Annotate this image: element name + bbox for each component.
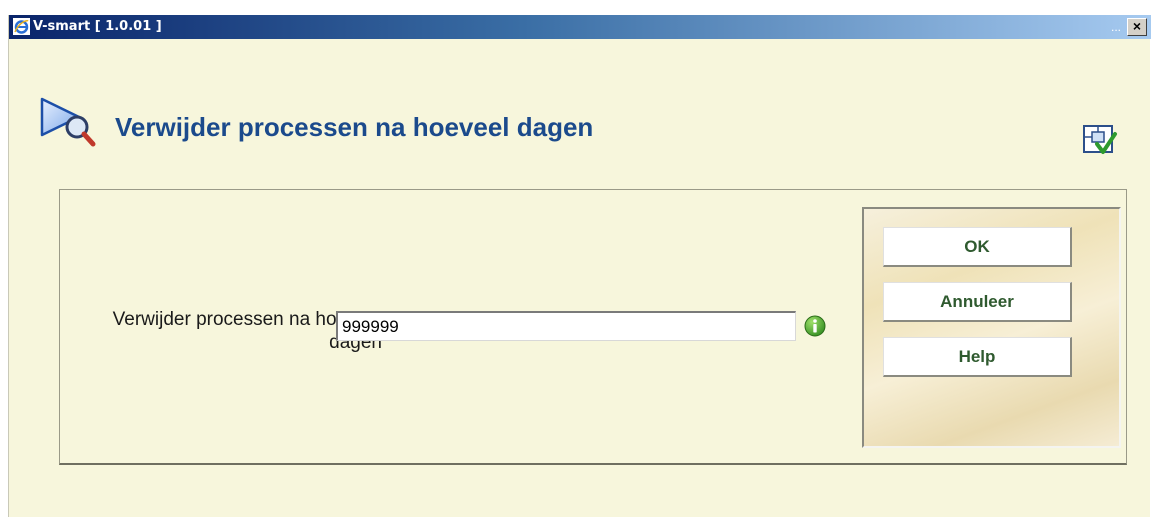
search-arrow-icon <box>40 97 96 147</box>
window-dots: ... <box>1110 20 1121 34</box>
days-input[interactable] <box>336 311 796 341</box>
help-button[interactable]: Help <box>883 337 1072 377</box>
application-window: V-smart [ 1.0.01 ] ... × Verwijder proce… <box>8 15 1151 517</box>
close-button[interactable]: × <box>1127 18 1147 36</box>
form-panel: Verwijder processen na hoeveel dagen OK … <box>59 189 1127 465</box>
layout-check-icon[interactable] <box>1080 120 1118 158</box>
cancel-button[interactable]: Annuleer <box>883 282 1072 322</box>
page-title: Verwijder processen na hoeveel dagen <box>115 112 594 142</box>
ie-browser-icon <box>13 18 30 35</box>
button-group: OK Annuleer Help <box>862 207 1121 448</box>
ok-button[interactable]: OK <box>883 227 1072 267</box>
window-title: V-smart [ 1.0.01 ] <box>33 19 162 34</box>
info-icon[interactable] <box>804 315 826 337</box>
title-bar[interactable]: V-smart [ 1.0.01 ] ... × <box>9 15 1151 39</box>
